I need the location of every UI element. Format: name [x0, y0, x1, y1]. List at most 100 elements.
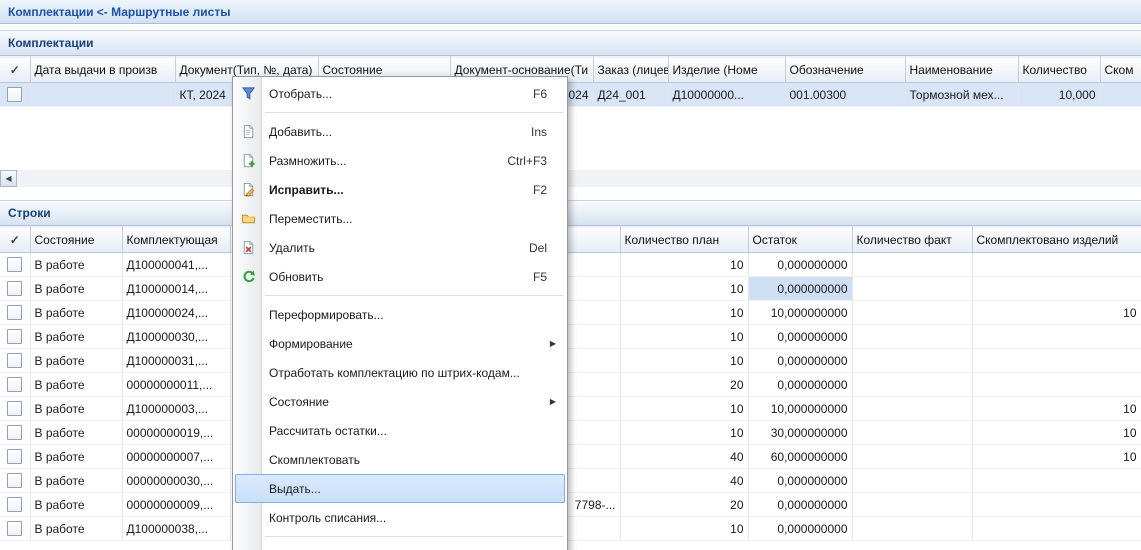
menu-item-reformat[interactable]: Переформировать...	[235, 300, 565, 329]
menu-item-shortcut: F6	[533, 87, 565, 101]
cell-qty_fact	[852, 421, 972, 445]
menu-item-shortcut: Del	[529, 241, 565, 255]
column-header[interactable]: Количество план	[620, 227, 748, 253]
table-row[interactable]: В работеД100000030,...100,000000000	[0, 325, 1141, 349]
cell-state: В работе	[30, 469, 122, 493]
cell-rest: 0,000000000	[748, 325, 852, 349]
menu-item-add[interactable]: Добавить...Ins	[235, 117, 565, 146]
cell-order: Д24_001	[593, 83, 668, 107]
cell-assembled	[972, 277, 1141, 301]
checkbox-cell	[0, 325, 30, 349]
cell-rest: 10,000000000	[748, 301, 852, 325]
table-row[interactable]: В работе00000000009,...7798-...200,00000…	[0, 493, 1141, 517]
row-checkbox[interactable]	[7, 401, 22, 416]
menu-item-shortcut: F5	[533, 270, 565, 284]
menu-item-label: Скомплектовать	[261, 453, 360, 467]
cell-qty_fact	[852, 301, 972, 325]
table-row[interactable]: В работе00000000019,...1030,00000000010	[0, 421, 1141, 445]
cell-qty_plan: 40	[620, 469, 748, 493]
menu-item-state[interactable]: Состояние▶	[235, 387, 565, 416]
cell-qty_fact	[852, 517, 972, 541]
cell-quantity: 10,000	[1018, 83, 1100, 107]
select-all-column-header[interactable]: ✓	[0, 57, 30, 83]
column-header[interactable]: Изделие (Номе	[668, 57, 785, 83]
row-checkbox[interactable]	[7, 449, 22, 464]
cell-qty_plan: 10	[620, 253, 748, 277]
row-checkbox[interactable]	[7, 353, 22, 368]
cell-assembled	[1100, 83, 1141, 107]
checkbox-cell	[0, 373, 30, 397]
cell-qty_plan: 10	[620, 421, 748, 445]
table-row[interactable]: В работеД100000024,...1010,00000000010	[0, 301, 1141, 325]
cell-assembled	[972, 325, 1141, 349]
row-checkbox[interactable]	[7, 497, 22, 512]
column-header[interactable]: Комплектующая	[122, 227, 230, 253]
row-checkbox[interactable]	[7, 329, 22, 344]
menu-item-write-off-control[interactable]: Контроль списания...	[235, 503, 565, 532]
row-checkbox[interactable]	[7, 281, 22, 296]
cell-assembled	[972, 373, 1141, 397]
column-header[interactable]: Количество	[1018, 57, 1100, 83]
cell-state: В работе	[30, 517, 122, 541]
row-checkbox[interactable]	[7, 257, 22, 272]
cell-qty_fact	[852, 493, 972, 517]
column-header[interactable]: Заказ (лицево	[593, 57, 668, 83]
menu-item-duplicate[interactable]: Размножить...Ctrl+F3	[235, 146, 565, 175]
menu-item-label: Переформировать...	[261, 308, 384, 322]
scroll-left-button[interactable]: ◀	[0, 170, 17, 187]
table-row[interactable]: В работе00000000030,...400,000000000	[0, 469, 1141, 493]
row-checkbox[interactable]	[7, 87, 22, 102]
cell-qty_plan: 20	[620, 493, 748, 517]
cell-qty_fact	[852, 325, 972, 349]
column-header[interactable]: Обозначение	[785, 57, 905, 83]
cell-assembled: 10	[972, 397, 1141, 421]
row-checkbox[interactable]	[7, 305, 22, 320]
menu-item-move[interactable]: Переместить...	[235, 204, 565, 233]
menu-item-edit[interactable]: Исправить...F2	[235, 175, 565, 204]
menu-item-formation[interactable]: Формирование▶	[235, 329, 565, 358]
menu-item-issue[interactable]: Выдать...	[235, 474, 565, 503]
cell-component: 00000000019,...	[122, 421, 230, 445]
select-all-column-header[interactable]: ✓	[0, 227, 30, 253]
menu-item-barcode-processing[interactable]: Отработать комплектацию по штрих-кодам..…	[235, 358, 565, 387]
cell-component: 00000000007,...	[122, 445, 230, 469]
menu-item-label: Размножить...	[261, 154, 347, 168]
submenu-arrow-icon: ▶	[550, 339, 556, 348]
column-header[interactable]: Дата выдачи в произв	[30, 57, 175, 83]
cell-qty_plan: 10	[620, 397, 748, 421]
row-checkbox[interactable]	[7, 473, 22, 488]
table-row[interactable]: В работеД100000038,...100,000000000	[0, 517, 1141, 541]
komplektacii-table: ✓Дата выдачи в произвДокумент(Тип, №, да…	[0, 56, 1141, 107]
column-header[interactable]: Скомплектовано изделий	[972, 227, 1141, 253]
row-checkbox[interactable]	[7, 377, 22, 392]
table-row[interactable]: В работеД100000041,...100,000000000	[0, 253, 1141, 277]
table-row[interactable]: В работеД100000031,...100,000000000	[0, 349, 1141, 373]
checkbox-cell	[0, 349, 30, 373]
column-header[interactable]: Наименование	[905, 57, 1018, 83]
column-header[interactable]: Ском	[1100, 57, 1141, 83]
row-checkbox[interactable]	[7, 425, 22, 440]
cell-assembled	[972, 469, 1141, 493]
cell-component: Д100000030,...	[122, 325, 230, 349]
table-row[interactable]: КТ, 2024024Д24_001Д10000000...001.00300Т…	[0, 83, 1141, 107]
menu-item-calculate-remainders[interactable]: Рассчитать остатки...	[235, 416, 565, 445]
table-row[interactable]: В работе00000000011,...200,000000000	[0, 373, 1141, 397]
header-row: ✓Дата выдачи в произвДокумент(Тип, №, да…	[0, 57, 1141, 83]
table-row[interactable]: В работе00000000007,...4060,00000000010	[0, 445, 1141, 469]
stroki-table-area: ✓СостояниеКомплектующаяанКоличество план…	[0, 226, 1141, 550]
horizontal-scrollbar[interactable]: ◀	[0, 170, 1141, 187]
column-header[interactable]: Остаток	[748, 227, 852, 253]
menu-item-delete[interactable]: УдалитьDel	[235, 233, 565, 262]
cell-component: Д100000031,...	[122, 349, 230, 373]
column-header[interactable]: Количество факт	[852, 227, 972, 253]
row-checkbox[interactable]	[7, 521, 22, 536]
cell-rest: 0,000000000	[748, 517, 852, 541]
menu-item-filter[interactable]: Отобрать...F6	[235, 79, 565, 108]
column-header[interactable]: Состояние	[30, 227, 122, 253]
table-row[interactable]: В работеД100000014,...100,000000000	[0, 277, 1141, 301]
menu-item-assemble[interactable]: Скомплектовать	[235, 445, 565, 474]
cell-assembled: 10	[972, 445, 1141, 469]
menu-item-refresh[interactable]: ОбновитьF5	[235, 262, 565, 291]
cell-date	[30, 83, 175, 107]
table-row[interactable]: В работеД100000003,...1010,00000000010	[0, 397, 1141, 421]
